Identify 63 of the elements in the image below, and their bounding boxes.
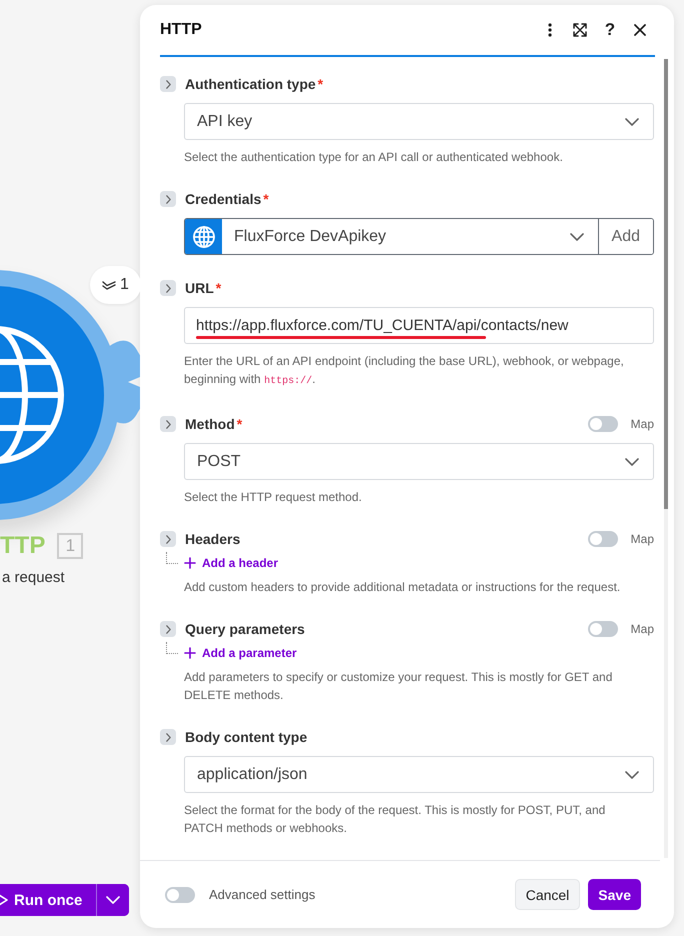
map-label: Map bbox=[630, 417, 654, 431]
plus-icon bbox=[184, 647, 196, 659]
expand-button[interactable] bbox=[160, 191, 176, 207]
help-text: Select the HTTP request method. bbox=[184, 489, 363, 506]
field-label: Credentials* bbox=[185, 191, 270, 207]
field-label: Headers bbox=[185, 531, 242, 547]
help-text: Select the format for the body of the request. This is mostly for POST, PUT, and PATCH methods or webhooks. bbox=[184, 802, 606, 837]
double-check-icon bbox=[102, 280, 116, 290]
node-title: TTP bbox=[0, 532, 46, 560]
globe-icon bbox=[192, 224, 216, 248]
close-icon bbox=[634, 24, 646, 36]
plus-icon bbox=[184, 557, 196, 569]
chevron-right-icon bbox=[166, 534, 170, 544]
field-label: URL* bbox=[185, 280, 222, 296]
chevron-right-icon bbox=[166, 194, 170, 204]
advanced-settings-label: Advanced settings bbox=[209, 887, 316, 902]
chevron-right-icon bbox=[166, 732, 170, 742]
expand-button[interactable] bbox=[160, 531, 176, 547]
chevron-right-icon bbox=[166, 80, 170, 88]
help-text: Select the authentication type for an API call or authenticated webhook. bbox=[184, 149, 564, 166]
more-vertical-icon bbox=[548, 23, 552, 37]
select-field[interactable]: application/json bbox=[184, 756, 654, 793]
expand-button[interactable] bbox=[160, 76, 176, 92]
chevron-right-icon bbox=[166, 624, 170, 634]
field-label: Authentication type* bbox=[185, 76, 324, 92]
panel-title: HTTP bbox=[160, 21, 203, 39]
field-label: Method* bbox=[185, 416, 244, 432]
chevron-right-icon bbox=[166, 284, 170, 292]
expand-icon bbox=[573, 23, 587, 37]
run-once-button[interactable]: Run once bbox=[0, 884, 98, 916]
chevron-down-icon bbox=[570, 232, 584, 240]
field-label: Body content type bbox=[185, 729, 308, 745]
map-toggle[interactable] bbox=[588, 531, 618, 547]
play-icon bbox=[0, 894, 8, 906]
expand-button[interactable] bbox=[160, 280, 176, 296]
save-button[interactable]: Save bbox=[588, 879, 641, 910]
chevron-down-icon bbox=[106, 896, 120, 904]
chevron-down-icon bbox=[625, 770, 639, 778]
help-text: Add custom headers to provide additional metadata or instructions for the request. bbox=[184, 579, 622, 596]
chevron-down-icon bbox=[625, 118, 639, 126]
help-button[interactable]: ? bbox=[595, 15, 625, 45]
node-number: 1 bbox=[57, 533, 84, 559]
expand-button[interactable] bbox=[160, 621, 176, 637]
map-label: Map bbox=[630, 622, 654, 636]
chevron-right-icon bbox=[166, 420, 170, 428]
chevron-down-icon bbox=[625, 458, 639, 466]
url-field[interactable]: https://app.fluxforce.com/TU_CUENTA/api/contacts/new bbox=[184, 307, 654, 344]
add-link[interactable]: Add a header bbox=[184, 556, 278, 570]
select-field[interactable]: POST bbox=[184, 443, 654, 480]
expand-button[interactable] bbox=[160, 729, 176, 745]
expand-button[interactable] bbox=[160, 416, 176, 432]
cancel-button[interactable]: Cancel bbox=[514, 879, 580, 910]
scrollbar[interactable] bbox=[664, 59, 668, 858]
select-field[interactable]: API key bbox=[184, 103, 654, 140]
field-label: Query parameters bbox=[185, 621, 306, 637]
advanced-toggle[interactable] bbox=[165, 886, 195, 902]
operations-bubble[interactable]: 1 bbox=[90, 266, 140, 304]
add-link[interactable]: Add a parameter bbox=[184, 646, 297, 660]
map-toggle[interactable] bbox=[588, 416, 618, 432]
map-label: Map bbox=[630, 532, 654, 546]
map-toggle[interactable] bbox=[588, 621, 618, 637]
help-text: Add parameters to specify or customize your request. This is mostly for GET and DELETE methods. bbox=[184, 669, 614, 704]
node-subtitle: a request bbox=[2, 569, 65, 586]
